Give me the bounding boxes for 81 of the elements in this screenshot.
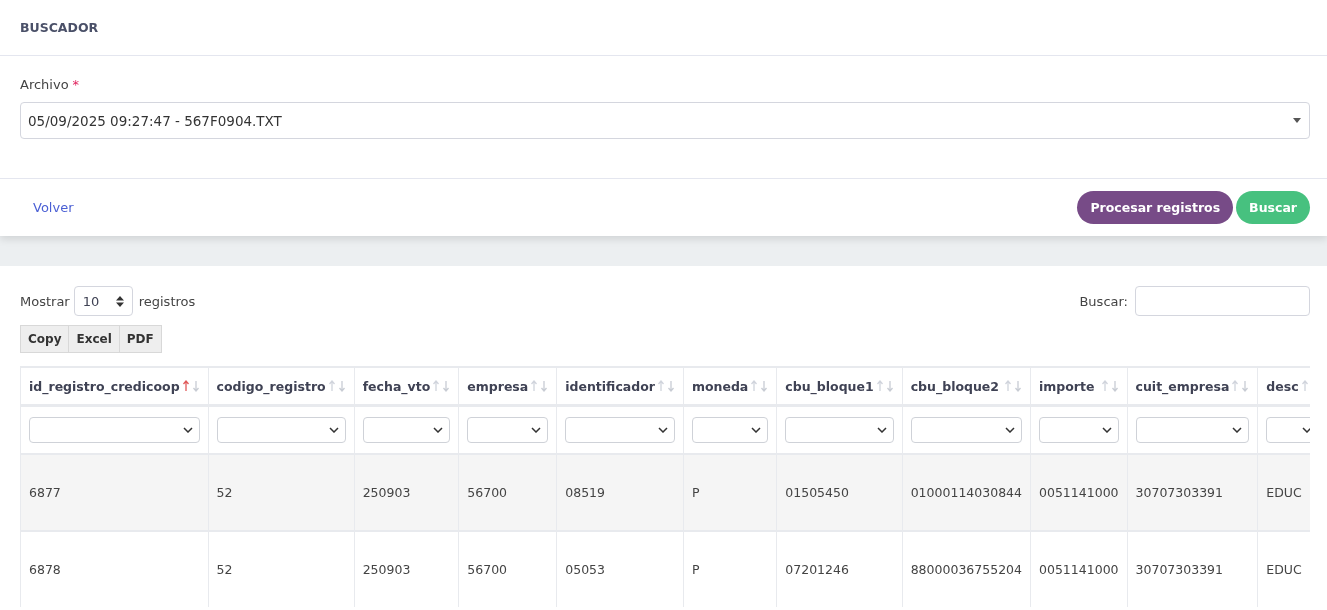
filter-select[interactable]: [910, 417, 1022, 443]
table-cell: EDUC: [1257, 531, 1310, 607]
chevron-down-icon: [1301, 427, 1310, 433]
chevron-down-icon: [1101, 427, 1112, 433]
filter-select[interactable]: [362, 417, 451, 443]
table-cell: 01505450: [776, 454, 903, 531]
export-button[interactable]: PDF: [118, 325, 162, 353]
filter-select[interactable]: [565, 417, 675, 443]
chevron-down-icon: [531, 427, 542, 433]
column-header[interactable]: cbu_bloque1: [785, 378, 874, 394]
column-header[interactable]: cbu_bloque2: [910, 378, 1000, 394]
up-down-icon: [115, 295, 124, 307]
sort-arrows-icon[interactable]: [530, 380, 549, 392]
table-cell: 0051141000: [1030, 531, 1128, 607]
chevron-down-icon: [1005, 427, 1015, 433]
file-select[interactable]: 05/09/2025 09:27:47 - 567F0904.TXT: [20, 102, 1310, 139]
filter-select[interactable]: [1039, 417, 1119, 443]
process-button[interactable]: Procesar registros: [1077, 191, 1234, 224]
table-cell: 52: [208, 454, 355, 531]
length-label: Mostrar: [20, 293, 70, 309]
column-header[interactable]: id_registro_credicoop: [29, 378, 180, 394]
column-header[interactable]: empresa: [467, 378, 529, 394]
filter-select[interactable]: [691, 417, 769, 443]
table-cell: 08519: [556, 454, 684, 531]
chevron-down-icon: [751, 427, 762, 433]
table-cell: 250903: [354, 454, 459, 531]
sort-arrows-icon[interactable]: [1231, 380, 1250, 392]
search-field[interactable]: [1135, 286, 1310, 316]
chevron-down-icon: [182, 427, 193, 433]
chevron-down-icon: [328, 427, 339, 433]
filter-select[interactable]: [216, 417, 346, 443]
column-header[interactable]: moneda: [691, 378, 749, 394]
filter-select[interactable]: [467, 417, 549, 443]
column-header[interactable]: importe: [1039, 378, 1095, 394]
export-button[interactable]: Excel: [68, 325, 120, 353]
export-button[interactable]: Copy: [20, 325, 70, 353]
sort-arrows-icon[interactable]: [1004, 380, 1022, 392]
length-select[interactable]: 10: [73, 286, 133, 316]
field-label: Archivo: [20, 77, 69, 92]
table-cell: 250903: [354, 531, 459, 607]
filter-select[interactable]: [785, 417, 894, 443]
table-cell: 01000114030844: [902, 454, 1031, 531]
length-label: registros: [138, 293, 196, 309]
table-cell: 56700: [458, 531, 557, 607]
table-cell: 56700: [458, 454, 557, 531]
table-cell: 52: [208, 531, 355, 607]
sort-arrows-icon[interactable]: [327, 380, 346, 392]
sort-arrows-icon[interactable]: [875, 380, 894, 392]
table-cell: 30707303391: [1127, 454, 1258, 531]
search-label: Buscar:: [1079, 293, 1128, 309]
table-cell: P: [683, 454, 777, 531]
table-cell: 30707303391: [1127, 531, 1258, 607]
table-cell: 88000036755204: [902, 531, 1031, 607]
chevron-down-icon: [876, 427, 887, 433]
required-mark: *: [72, 77, 80, 92]
table-cell: 05053: [556, 531, 684, 607]
table-cell: 6877: [20, 454, 209, 531]
sort-arrows-icon[interactable]: [1100, 380, 1119, 392]
table-cell: 07201246: [776, 531, 903, 607]
filter-select[interactable]: [29, 417, 200, 443]
filter-select[interactable]: [1135, 417, 1250, 443]
table-cell: EDUC: [1257, 454, 1310, 531]
column-header[interactable]: fecha_vto: [362, 378, 431, 394]
back-link[interactable]: Volver: [33, 200, 74, 215]
table-cell: P: [683, 531, 777, 607]
chevron-down-icon: [657, 427, 668, 433]
chevron-down-icon: [1232, 427, 1243, 433]
column-header[interactable]: codigo_registro: [216, 378, 326, 394]
chevron-down-icon: [433, 427, 444, 433]
column-header[interactable]: cuit_empresa: [1135, 378, 1230, 394]
sort-arrows-icon[interactable]: [181, 380, 200, 392]
filter-select[interactable]: [1266, 417, 1310, 443]
table-cell: 6878: [20, 531, 209, 607]
column-header[interactable]: identificador: [565, 378, 655, 394]
sort-arrows-icon[interactable]: [750, 380, 769, 392]
sort-arrows-icon[interactable]: [432, 380, 451, 392]
table-cell: 0051141000: [1030, 454, 1128, 531]
caret-icon: [1293, 118, 1301, 123]
sort-arrows-icon[interactable]: [656, 380, 675, 392]
card-title: BUSCADOR: [20, 20, 99, 35]
column-header[interactable]: desc: [1266, 378, 1299, 394]
